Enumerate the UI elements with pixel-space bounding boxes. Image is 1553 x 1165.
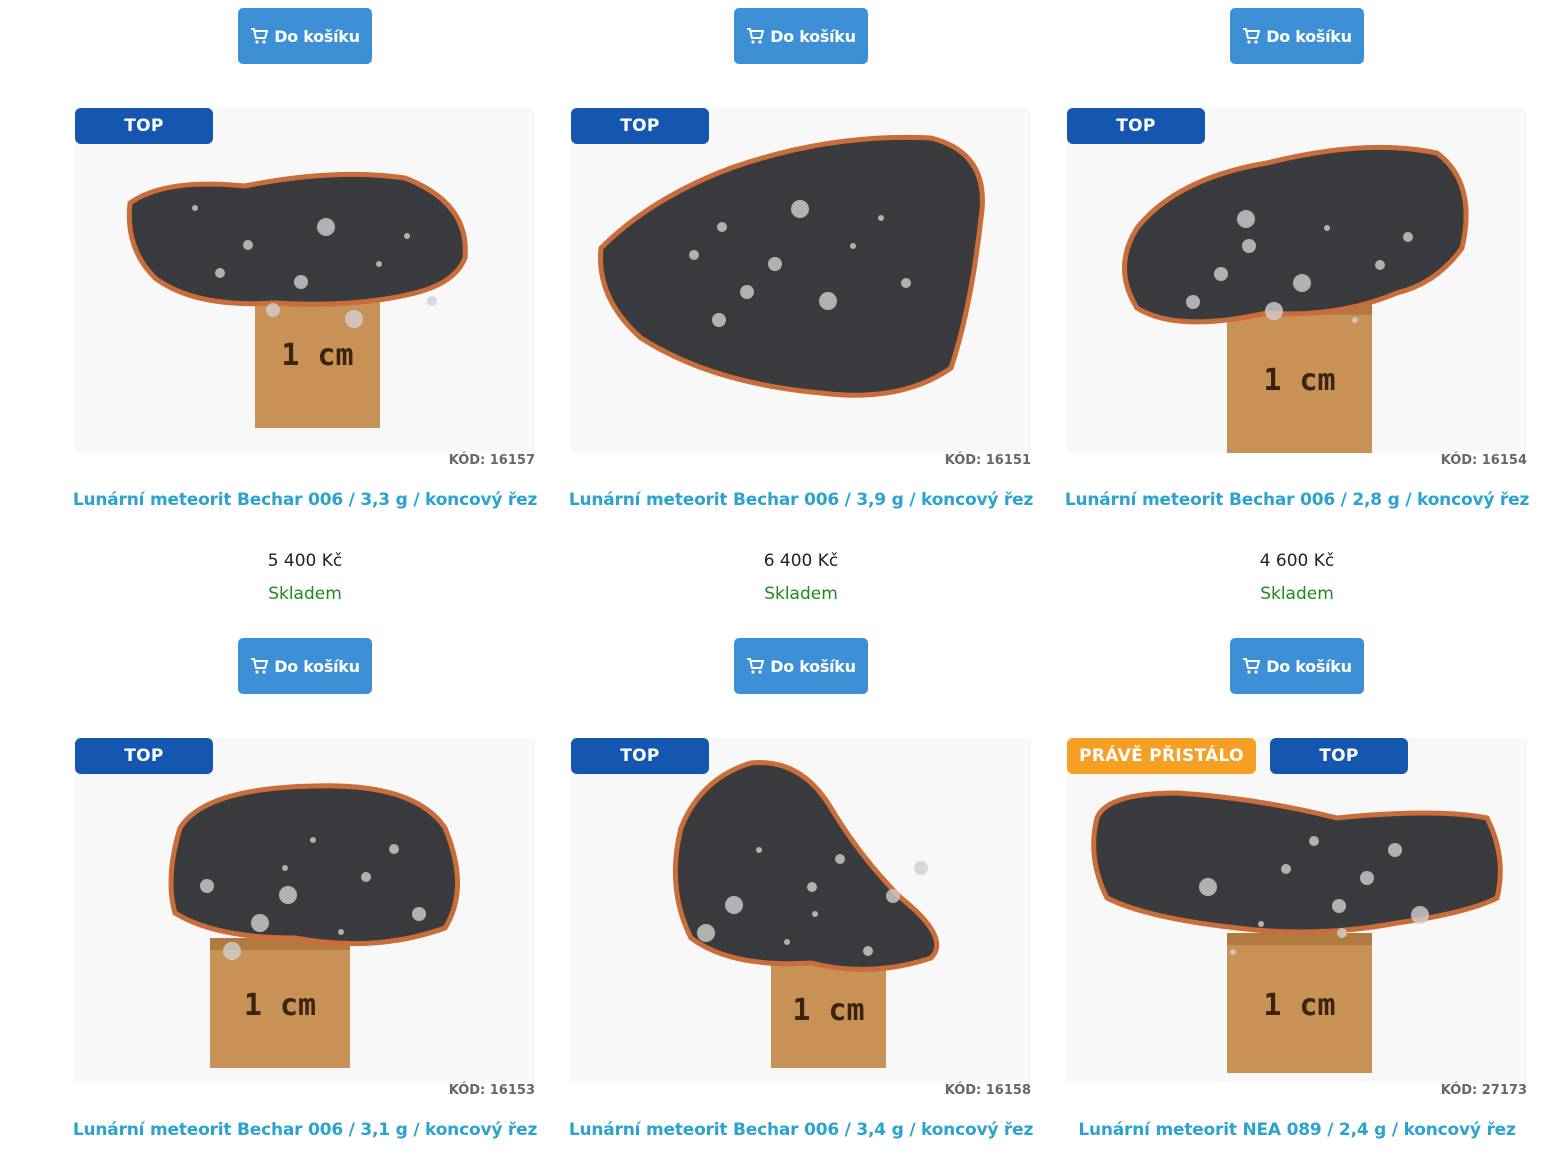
- svg-text:1 cm: 1 cm: [244, 988, 316, 1023]
- badge-group: PRÁVĚ PŘISTÁLO TOP: [1067, 738, 1408, 774]
- add-to-cart-label: Do košíku: [274, 656, 360, 676]
- product-image[interactable]: 1 cm TOP: [1067, 108, 1527, 453]
- top-badge: TOP: [1067, 108, 1205, 144]
- cart-icon: [746, 28, 765, 44]
- cart-icon: [746, 658, 765, 674]
- product-title-link[interactable]: Lunární meteorit Bechar 006 / 3,1 g / ko…: [65, 1120, 545, 1140]
- stock-status: Skladem: [268, 584, 342, 604]
- badge-group: TOP: [571, 108, 709, 144]
- product-image[interactable]: 1 cm PRÁVĚ PŘISTÁLO TOP: [1067, 738, 1527, 1083]
- product-title-link[interactable]: Lunární meteorit NEA 089 / 2,4 g / konco…: [1057, 1120, 1537, 1140]
- top-badge: TOP: [571, 108, 709, 144]
- product-code: KÓD: 27173: [1440, 1083, 1527, 1098]
- product-title-link[interactable]: Lunární meteorit Bechar 006 / 3,9 g / ko…: [561, 490, 1041, 510]
- product-image[interactable]: 1 cm TOP: [75, 108, 535, 453]
- top-badge: TOP: [571, 738, 709, 774]
- add-to-cart-label: Do košíku: [770, 26, 856, 46]
- product-code: KÓD: 16158: [944, 1083, 1031, 1098]
- product-card: 1 cm PRÁVĚ PŘISTÁLO TOP KÓD: 27173 Lunárn…: [1067, 738, 1527, 1140]
- svg-text:1 cm: 1 cm: [281, 338, 353, 373]
- cart-icon: [250, 28, 269, 44]
- add-to-cart-label: Do košíku: [770, 656, 856, 676]
- add-to-cart-label: Do košíku: [1266, 26, 1352, 46]
- stock-status: Skladem: [1260, 584, 1334, 604]
- svg-text:1 cm: 1 cm: [1263, 988, 1335, 1023]
- product-card: 1 cm TOP KÓD: 16157 Lunární meteorit Bec…: [73, 108, 537, 694]
- badge-group: TOP: [75, 108, 213, 144]
- add-to-cart-label: Do košíku: [1266, 656, 1352, 676]
- product-code: KÓD: 16157: [448, 453, 535, 468]
- product-title-link[interactable]: Lunární meteorit Bechar 006 / 2,8 g / ko…: [1057, 490, 1537, 510]
- badge-group: TOP: [571, 738, 709, 774]
- product-code: KÓD: 16153: [448, 1083, 535, 1098]
- product-title-link[interactable]: Lunární meteorit Bechar 006 / 3,3 g / ko…: [65, 490, 545, 510]
- svg-text:1 cm: 1 cm: [792, 993, 864, 1028]
- top-badge: TOP: [1270, 738, 1408, 774]
- product-title-link[interactable]: Lunární meteorit Bechar 006 / 3,4 g / ko…: [561, 1120, 1041, 1140]
- product-price: 5 400 Kč: [267, 551, 343, 571]
- product-price: 6 400 Kč: [763, 551, 839, 571]
- cart-icon: [250, 658, 269, 674]
- new-arrival-badge: PRÁVĚ PŘISTÁLO: [1067, 738, 1256, 774]
- cart-icon: [1242, 658, 1261, 674]
- product-price: 4 600 Kč: [1259, 551, 1335, 571]
- product-image[interactable]: 1 cm TOP: [75, 738, 535, 1083]
- add-to-cart-button[interactable]: Do košíku: [734, 638, 868, 694]
- product-image[interactable]: TOP: [571, 108, 1031, 453]
- product-code: KÓD: 16154: [1440, 453, 1527, 468]
- product-card: 1 cm TOP KÓD: 16158 Lunární meteorit Bec…: [569, 738, 1033, 1140]
- badge-group: TOP: [1067, 108, 1205, 144]
- product-card: 1 cm TOP KÓD: 16154 Lunární meteorit Bec…: [1065, 108, 1529, 694]
- add-to-cart-button[interactable]: Do košíku: [734, 8, 868, 64]
- top-badge: TOP: [75, 738, 213, 774]
- product-card: 1 cm TOP KÓD: 16153 Lunární meteorit Bec…: [73, 738, 537, 1140]
- stock-status: Skladem: [764, 584, 838, 604]
- cart-icon: [1242, 28, 1261, 44]
- add-to-cart-button[interactable]: Do košíku: [1230, 638, 1364, 694]
- product-code: KÓD: 16151: [944, 453, 1031, 468]
- product-image[interactable]: 1 cm TOP: [571, 738, 1031, 1083]
- top-badge: TOP: [75, 108, 213, 144]
- add-to-cart-label: Do košíku: [274, 26, 360, 46]
- add-to-cart-button[interactable]: Do košíku: [238, 8, 372, 64]
- add-to-cart-button[interactable]: Do košíku: [1230, 8, 1364, 64]
- add-to-cart-button[interactable]: Do košíku: [238, 638, 372, 694]
- previous-row-actions: Do košíku Do košíku Do košíku: [0, 8, 1553, 64]
- svg-text:1 cm: 1 cm: [1263, 363, 1335, 398]
- badge-group: TOP: [75, 738, 213, 774]
- product-card: TOP KÓD: 16151 Lunární meteorit Bechar 0…: [569, 108, 1033, 694]
